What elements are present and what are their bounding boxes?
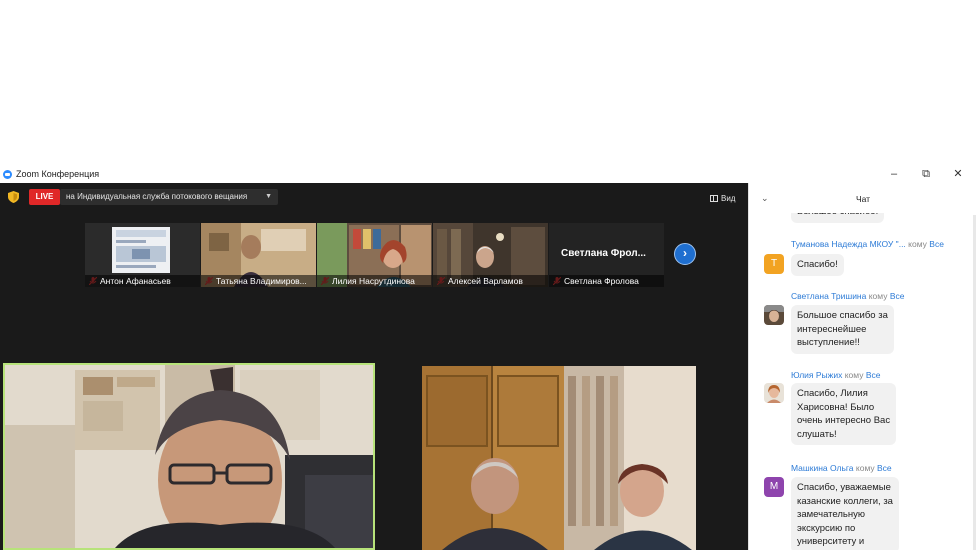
participant-name: Светлана Фролова xyxy=(549,275,664,287)
participant-thumbnail[interactable]: Светлана Фрол... Светлана Фролова xyxy=(549,223,664,287)
chat-sender[interactable]: Машкина Ольга xyxy=(791,463,854,473)
chat-message-header: Туманова Надежда МКОУ "... кому Все xyxy=(791,239,944,249)
chat-message-bubble: Спасибо, уважаемые казанские коллеги, за… xyxy=(791,477,899,550)
participant-thumbnail[interactable]: Лилия Насрутдинова xyxy=(317,223,432,287)
chat-recipient[interactable]: Все xyxy=(877,463,892,473)
chat-scrollbar[interactable] xyxy=(973,215,976,550)
chat-message-bubble: Спасибо! xyxy=(791,254,844,276)
participant-video-tile[interactable] xyxy=(422,366,696,550)
chat-message-bubble: Спасибо, Лилия Харисовна! Было очень инт… xyxy=(791,383,897,445)
active-speaker-video[interactable] xyxy=(3,363,375,550)
participant-video xyxy=(112,227,170,273)
chat-message-header: Машкина Ольга кому Все xyxy=(791,463,892,473)
avatar: Т xyxy=(764,254,784,274)
chat-message-text: Харисовна! Было xyxy=(797,401,875,413)
participant-name: Татьяна Владимиров... xyxy=(201,275,316,287)
avatar xyxy=(764,383,784,403)
avatar xyxy=(764,305,784,325)
close-button[interactable]: ✕ xyxy=(951,168,965,181)
chat-message-header: Юлия Рыжих кому Все xyxy=(791,370,880,380)
minimize-button[interactable]: – xyxy=(887,168,901,181)
chat-message-text: Спасибо, уважаемые xyxy=(797,482,891,493)
chat-message-text: Спасибо! xyxy=(797,259,838,270)
next-page-button[interactable]: › xyxy=(674,243,696,265)
shield-icon[interactable] xyxy=(8,191,19,203)
live-badge[interactable]: LIVE xyxy=(29,189,60,205)
chat-message-text: интереснейшее xyxy=(797,323,867,335)
chat-message-text: экскурсию по xyxy=(797,522,856,534)
chat-to-label: кому xyxy=(855,463,875,473)
avatar-photo xyxy=(764,305,784,325)
chat-sender[interactable]: Юлия Рыжих xyxy=(791,370,842,380)
participant-thumbnail[interactable]: Татьяна Владимиров... xyxy=(201,223,316,287)
participant-name: Антон Афанасьев xyxy=(85,275,200,287)
speaker-video-frame xyxy=(5,365,373,548)
chat-message-text: слушать! xyxy=(797,428,837,440)
participant-thumbnail[interactable]: Алексей Варламов xyxy=(433,223,548,287)
avatar: М xyxy=(764,477,784,497)
streaming-service-label: на Индивидуальная служба потокового веща… xyxy=(66,192,248,201)
chat-message-text: очень интересно Вас xyxy=(797,415,891,426)
chat-recipient[interactable]: Все xyxy=(890,291,905,301)
chat-message-text: Большое спасибо за xyxy=(797,310,888,321)
participant-display-name: Светлана Фрол... xyxy=(561,248,646,259)
meeting-video-area: LIVE на Индивидуальная служба потокового… xyxy=(0,183,748,550)
chat-title-overlay: Чат xyxy=(855,194,871,204)
participant-name: Алексей Варламов xyxy=(433,275,548,287)
view-button[interactable]: Вид xyxy=(710,191,735,205)
chat-message-text: Спасибо, Лилия xyxy=(797,388,868,399)
streaming-service-dropdown[interactable]: на Индивидуальная служба потокового веща… xyxy=(60,189,278,205)
participant-video-frame xyxy=(422,366,696,550)
chat-message-text: казанские коллеги, за xyxy=(797,495,893,507)
participant-thumbnail[interactable]: Антон Афанасьев xyxy=(85,223,200,287)
window-title-bar: Zoom Конференция – ⧉ ✕ xyxy=(0,165,980,183)
chat-message-header: Светлана Тришина кому Все xyxy=(791,291,905,301)
chat-panel: ⌄ Чат Большое спасибо! Чат ⌄ Туманова На… xyxy=(748,183,980,550)
chat-message-text: выступление!! xyxy=(797,337,860,348)
participant-name: Лилия Насрутдинова xyxy=(317,275,432,287)
chevron-down-icon[interactable]: ⌄ xyxy=(761,193,769,204)
chat-to-label: кому xyxy=(868,291,888,301)
window-title: Zoom Конференция xyxy=(16,169,100,179)
avatar-photo xyxy=(764,383,784,403)
chat-sender[interactable]: Туманова Надежда МКОУ "... xyxy=(791,239,906,249)
caret-down-icon: ▼ xyxy=(265,193,272,200)
chat-message-bubble: Большое спасибо за интереснейшее выступл… xyxy=(791,305,894,354)
view-label: Вид xyxy=(721,193,736,203)
chat-recipient[interactable]: Все xyxy=(866,370,881,380)
chat-message-text: замечательную xyxy=(797,509,865,520)
chat-to-label: кому xyxy=(844,370,864,380)
chat-to-label: кому xyxy=(908,239,927,249)
chat-sender[interactable]: Светлана Тришина xyxy=(791,291,866,301)
gallery-view-icon xyxy=(710,194,718,202)
chat-recipient[interactable]: Все xyxy=(929,239,944,249)
chat-message-text: университету и xyxy=(797,536,865,547)
zoom-app-icon xyxy=(3,170,12,179)
chevron-right-icon: › xyxy=(683,246,687,260)
restore-button[interactable]: ⧉ xyxy=(919,168,933,181)
